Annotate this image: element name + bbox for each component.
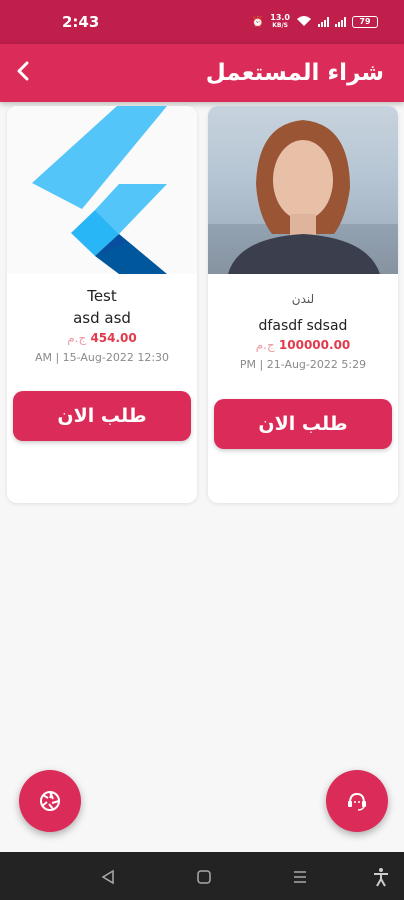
- nav-back-button[interactable]: [97, 866, 119, 888]
- status-bar: 2:43 ⏰ 13.0 KB/S 79: [0, 0, 404, 44]
- status-icons: ⏰ 13.0 KB/S 79: [252, 14, 378, 30]
- wifi-icon: [296, 15, 312, 30]
- product-city: لندن: [291, 292, 315, 306]
- order-now-button[interactable]: طلب الان: [214, 399, 392, 449]
- product-image: [208, 106, 398, 274]
- page-title: شراء المستعمل: [205, 60, 384, 86]
- product-card[interactable]: لندن dfasdf sdsad 100000.00 ج.م PM | 21-…: [208, 106, 398, 503]
- product-datetime: AM | 15-Aug-2022 12:30: [34, 351, 170, 364]
- support-agent-icon: [348, 792, 366, 811]
- price-value: 100000.00: [278, 338, 351, 352]
- accessibility-icon: [374, 868, 388, 887]
- menu-lines-icon: [294, 871, 306, 883]
- signal-icon-1: [318, 17, 329, 27]
- product-price: 454.00 ج.م: [7, 331, 197, 345]
- product-datetime: PM | 21-Aug-2022 5:29: [239, 358, 367, 371]
- signal-icon-2: [335, 17, 346, 27]
- back-triangle-icon: [101, 869, 114, 885]
- navigation-bar: [0, 852, 404, 900]
- nav-accessibility-button[interactable]: [370, 866, 392, 888]
- network-speed: 13.0 KB/S: [270, 13, 290, 30]
- alarm-icon: ⏰: [251, 16, 265, 28]
- nav-menu-button[interactable]: [289, 866, 311, 888]
- woman-portrait-photo: [208, 120, 398, 274]
- product-image: [7, 106, 197, 274]
- chevron-left-icon: [17, 61, 29, 81]
- camera-aperture-icon: [40, 791, 60, 811]
- order-now-button[interactable]: طلب الان: [13, 391, 191, 441]
- camera-fab-button[interactable]: [19, 770, 81, 832]
- product-title: Test: [87, 287, 117, 305]
- product-card[interactable]: Test asd asd 454.00 ج.م AM | 15-Aug-2022…: [7, 106, 197, 503]
- price-value: 454.00: [90, 331, 137, 345]
- product-title: dfasdf sdsad: [258, 318, 348, 334]
- nav-home-button[interactable]: [193, 866, 215, 888]
- price-currency: ج.م: [255, 338, 275, 352]
- home-square-icon: [197, 870, 211, 884]
- flutter-logo-icon: [32, 106, 167, 274]
- app-bar: شراء المستعمل: [0, 44, 404, 102]
- price-currency: ج.م: [67, 331, 87, 345]
- support-fab-button[interactable]: [326, 770, 388, 832]
- status-time: 2:43: [62, 13, 100, 31]
- product-price: 100000.00 ج.م: [208, 338, 398, 352]
- battery-icon: 79: [352, 16, 378, 28]
- back-button[interactable]: [16, 60, 30, 86]
- product-subtitle: asd asd: [73, 309, 131, 327]
